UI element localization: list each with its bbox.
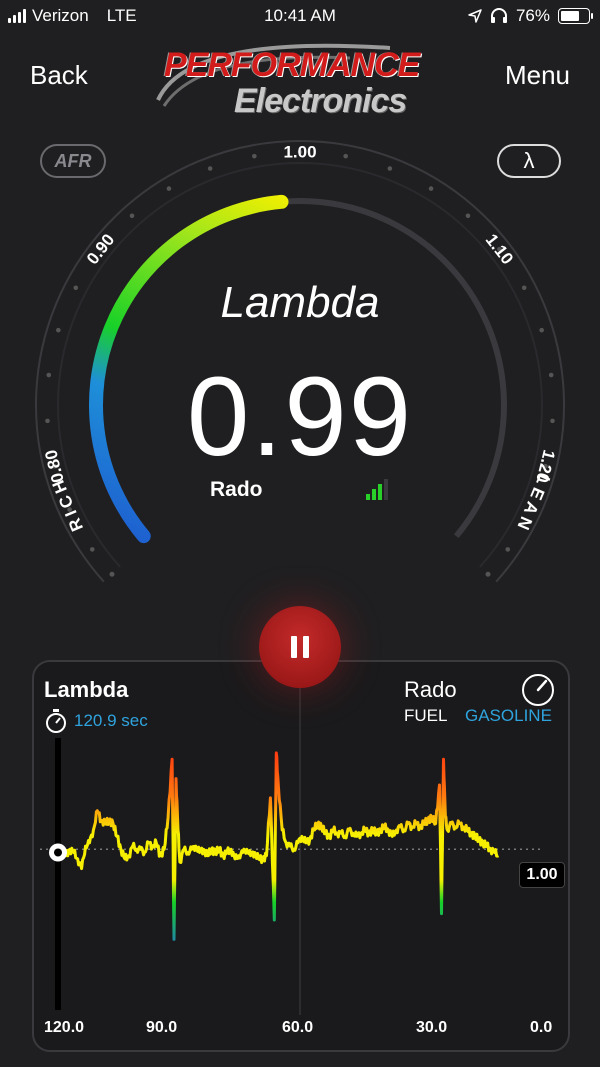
x-tick-label: 90.0 xyxy=(146,1019,178,1036)
graph-duration: 120.9 sec xyxy=(74,711,148,730)
pause-icon xyxy=(291,636,297,658)
x-tick-label: 0.0 xyxy=(530,1019,553,1036)
lambda-history-chart xyxy=(40,685,540,1015)
graph-sensor-name: Rado xyxy=(404,677,457,702)
x-tick-label: 120.0 xyxy=(44,1019,85,1036)
lambda-series-line xyxy=(56,751,500,941)
time-scrollbar[interactable] xyxy=(55,738,61,1010)
graph-title: Lambda xyxy=(44,677,129,702)
scrub-handle[interactable] xyxy=(49,843,67,862)
gauge-settings-icon[interactable] xyxy=(520,672,556,708)
fuel-type[interactable]: GASOLINE xyxy=(465,706,552,726)
stopwatch-icon xyxy=(46,709,66,733)
x-tick-label: 30.0 xyxy=(416,1019,448,1036)
x-tick-label: 60.0 xyxy=(282,1019,314,1036)
current-value-tag: 1.00 xyxy=(519,862,565,888)
fuel-label: FUEL xyxy=(404,706,448,725)
pause-button[interactable] xyxy=(259,606,341,688)
